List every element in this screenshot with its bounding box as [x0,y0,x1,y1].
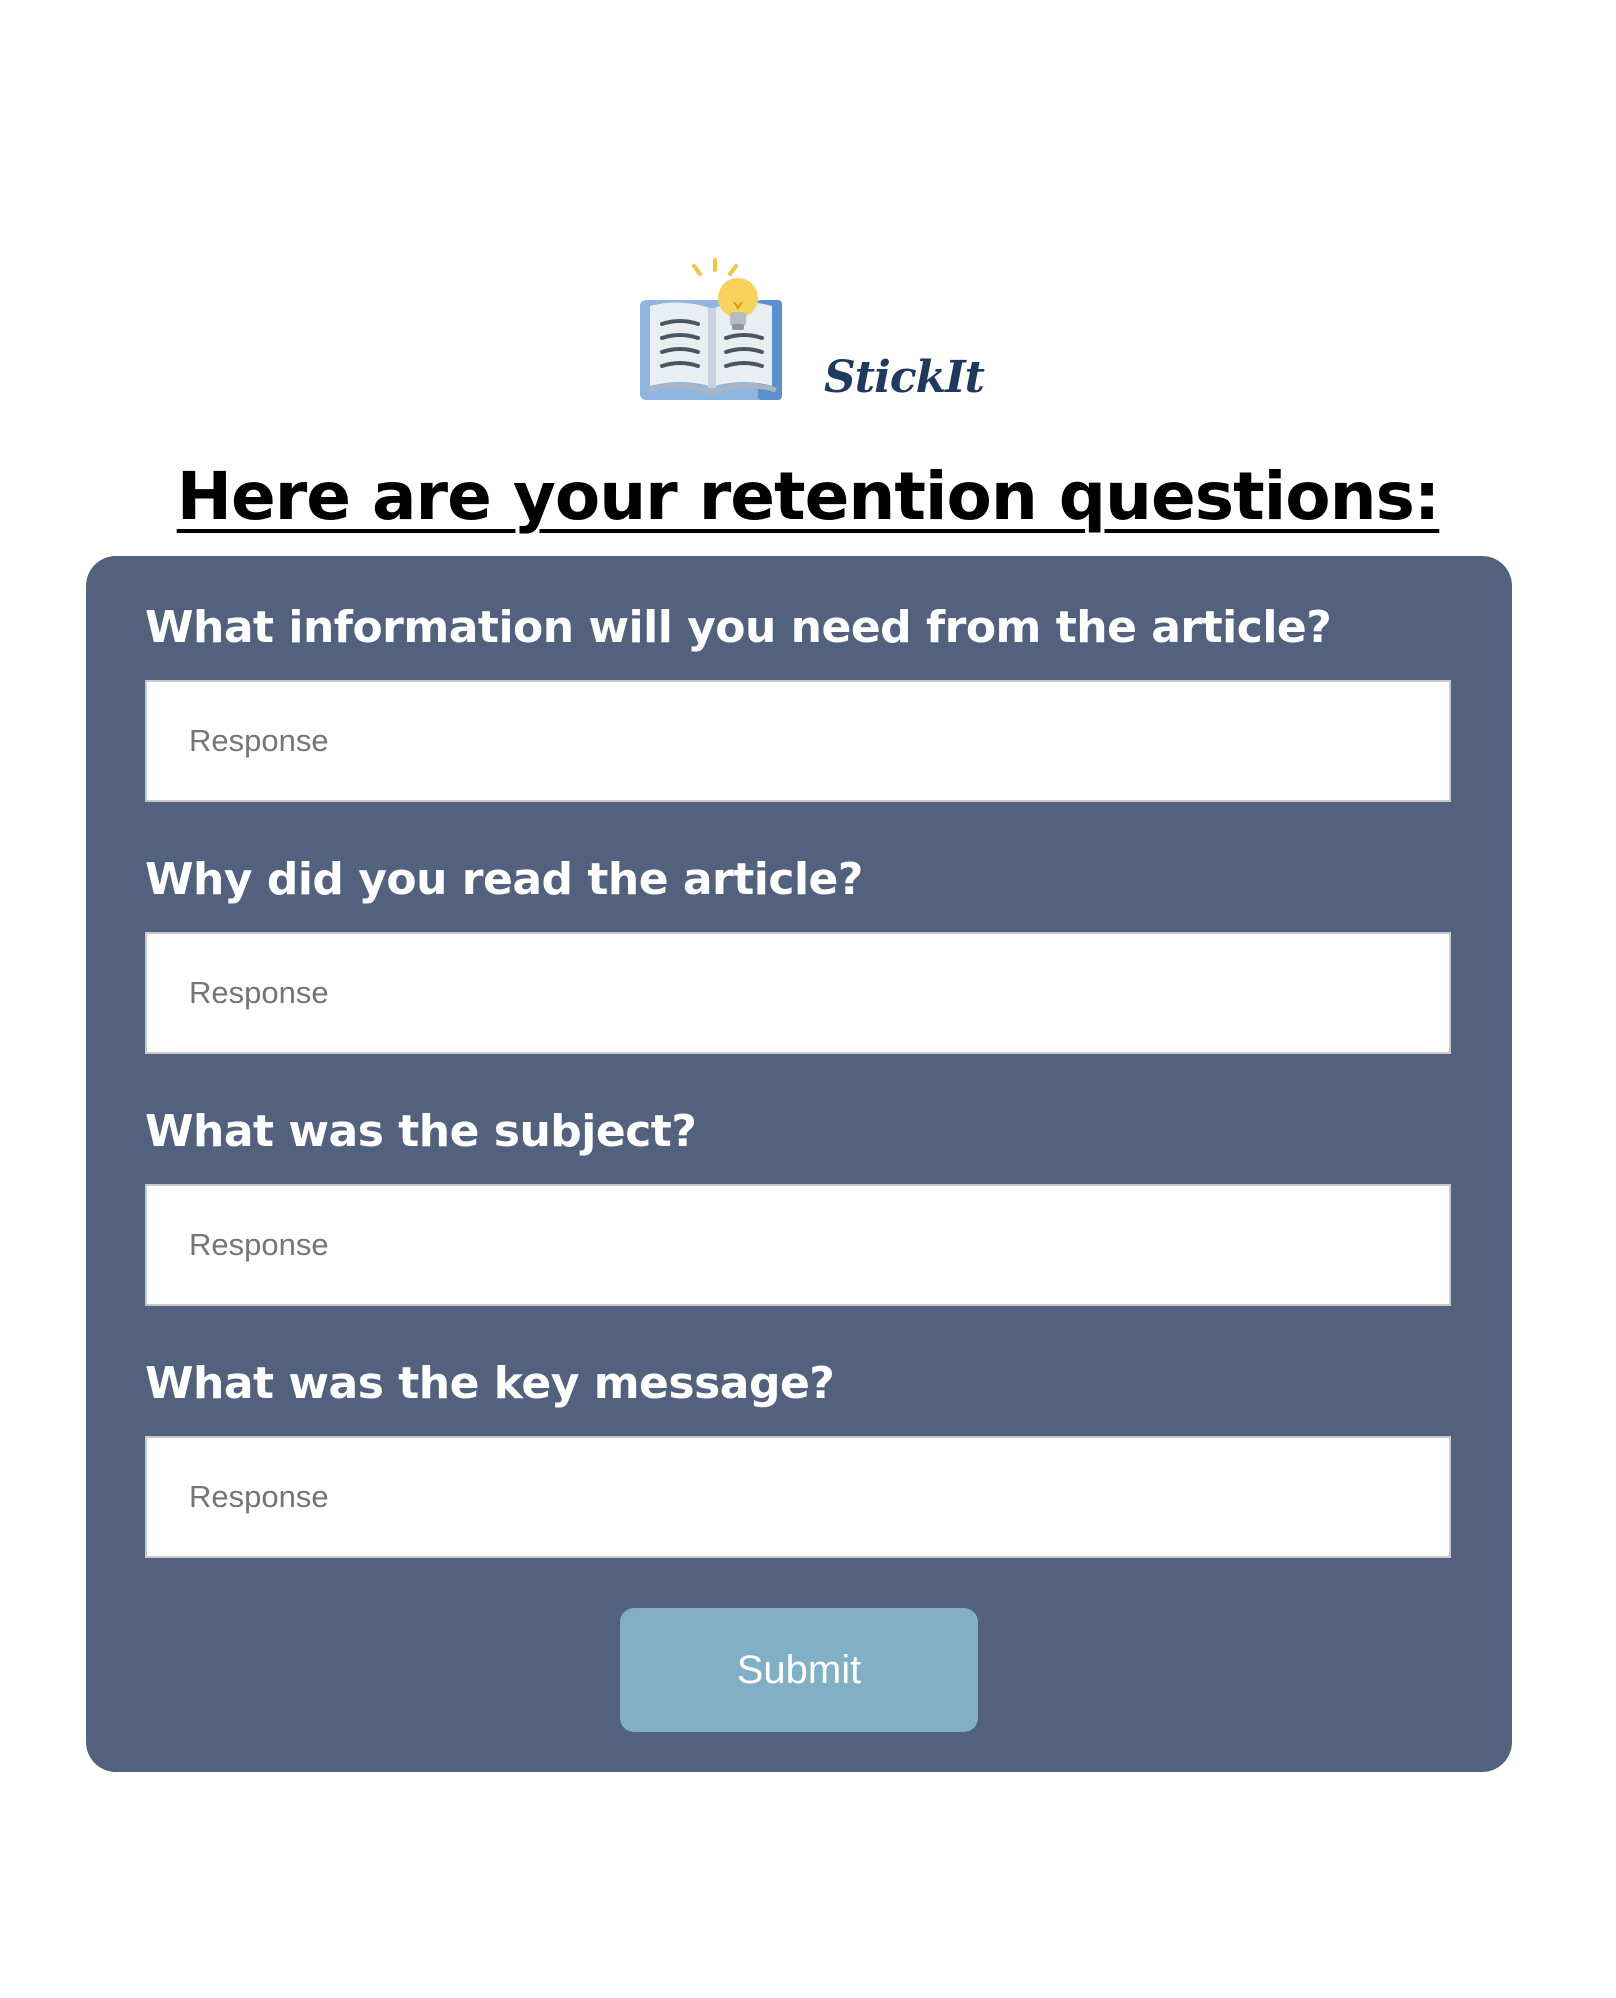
question-label-information: What information will you need from the … [145,602,1332,653]
question-label-why-read: Why did you read the article? [145,854,863,905]
response-input-why-read[interactable] [145,932,1451,1054]
response-input-information[interactable] [145,680,1451,802]
question-label-subject: What was the subject? [145,1106,697,1157]
response-input-subject[interactable] [145,1184,1451,1306]
brand-name: StickIt [824,352,985,403]
response-input-key-message[interactable] [145,1436,1451,1558]
submit-button[interactable]: Submit [620,1608,978,1732]
question-label-key-message: What was the key message? [145,1358,835,1409]
page-title: Here are your retention questions: [176,458,1441,535]
open-book-lightbulb-icon [640,258,782,400]
brand-logo: StickIt [640,258,985,418]
retention-questions-form: What information will you need from the … [86,556,1512,1772]
